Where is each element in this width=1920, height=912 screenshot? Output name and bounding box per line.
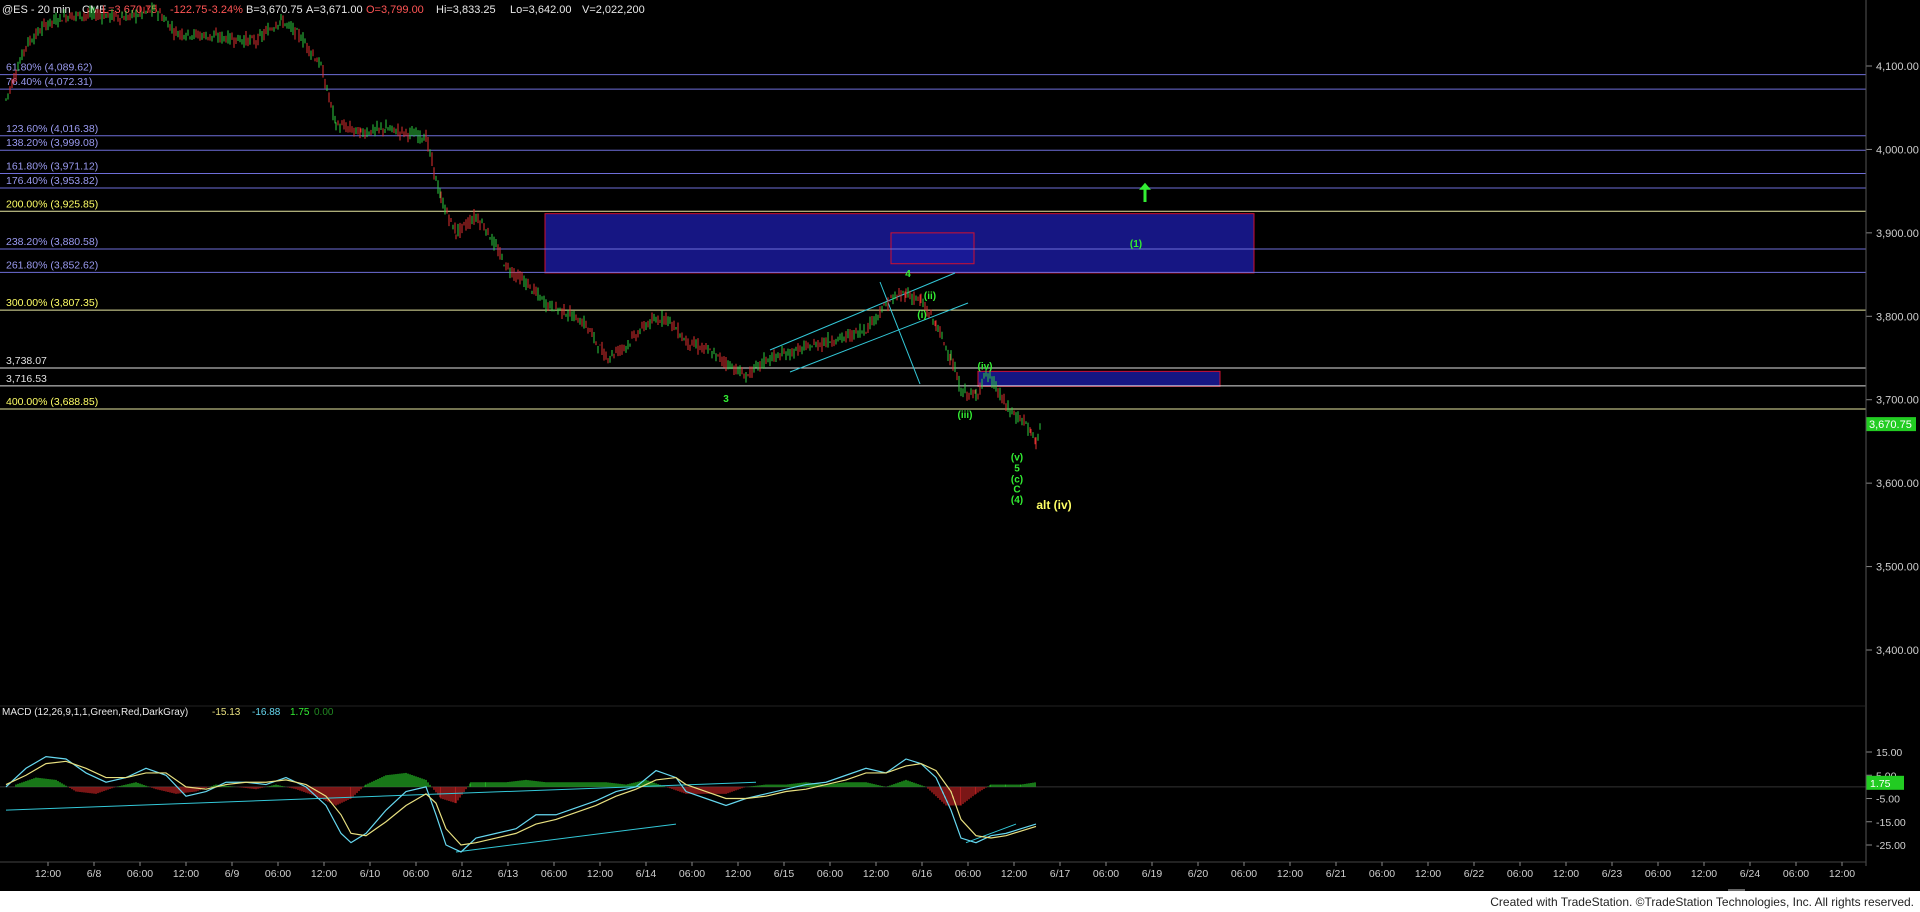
time-axis-tick-label: 12:00 (35, 868, 61, 880)
last-price-value: 3,670.75 (1869, 419, 1912, 431)
high-header: Hi=3,833.25 (436, 4, 496, 16)
fib-level-label: 123.60% (4,016.38) (6, 123, 98, 135)
macd-legend-value-4: 0.00 (314, 707, 334, 718)
wave-label: (i) (917, 310, 926, 321)
volume-header: V=2,022,200 (582, 4, 645, 16)
footer-copyright: Created with TradeStation. ©TradeStation… (1490, 895, 1914, 909)
time-axis-tick-label: 6/12 (452, 868, 473, 880)
time-axis-tick-label: 12:00 (1553, 868, 1579, 880)
price-axis-tick-label: 3,800.00 (1876, 311, 1919, 323)
time-axis-tick-label: 06:00 (265, 868, 291, 880)
time-axis-tick-label: 06:00 (1507, 868, 1533, 880)
time-axis-tick-label: 12:00 (587, 868, 613, 880)
time-axis-tick-label: 6/23 (1602, 868, 1623, 880)
chart-canvas: @ES - 20 min CME L=3,670.75 -122.75 -3.2… (0, 0, 1920, 891)
time-axis-tick-label: 6/15 (774, 868, 795, 880)
wave-label: 4 (905, 269, 911, 280)
time-axis-tick-label: 12:00 (1691, 868, 1717, 880)
price-axis-tick-label: 4,000.00 (1876, 144, 1919, 156)
macd-axis-tick-label: 15.00 (1876, 747, 1902, 759)
fib-level-label: 138.20% (3,999.08) (6, 137, 98, 149)
price-axis-tick-label: 3,400.00 (1876, 645, 1919, 657)
ask-header: A=3,671.00 (306, 4, 363, 16)
wave-label: 5 (1014, 463, 1020, 474)
wave-label: alt (iv) (1036, 498, 1071, 512)
fib-level-label: 161.80% (3,971.12) (6, 161, 98, 173)
time-axis-tick-label: 6/19 (1142, 868, 1163, 880)
last-price-layer: 3,670.75 (1866, 417, 1916, 432)
time-axis-tick-label: 6/21 (1326, 868, 1347, 880)
macd-axis-tick-label: -25.00 (1876, 840, 1906, 852)
change-pct-header: -3.24% (208, 4, 243, 16)
wave-label: (1) (1130, 239, 1142, 250)
time-axis-tick-label: 12:00 (725, 868, 751, 880)
fib-level-label: 61.80% (4,089.62) (6, 62, 92, 74)
wave-label: C (1013, 484, 1020, 495)
time-axis-tick-label: 06:00 (541, 868, 567, 880)
open-header: O=3,799.00 (366, 4, 424, 16)
wave-iv-zone (977, 370, 1221, 387)
macd-axis-tick-label: -5.00 (1876, 794, 1900, 806)
wave-label: (4) (1011, 495, 1023, 506)
low-header: Lo=3,642.00 (510, 4, 571, 16)
wave-label: (iii) (958, 410, 973, 421)
price-axis-tick-label: 3,500.00 (1876, 562, 1919, 574)
time-axis-tick-label: 06:00 (1093, 868, 1119, 880)
time-axis-tick-label: 06:00 (1783, 868, 1809, 880)
fib-level-label: 3,738.07 (6, 355, 47, 367)
time-axis-tick-label: 6/8 (87, 868, 102, 880)
time-axis-tick-label: 06:00 (403, 868, 429, 880)
time-axis-tick-label: 12:00 (1001, 868, 1027, 880)
time-axis-tick-label: 12:00 (1277, 868, 1303, 880)
time-axis-tick-label: 06:00 (1645, 868, 1671, 880)
time-axis-tick-label: 06:00 (817, 868, 843, 880)
time-axis-tick-label: 12:00 (311, 868, 337, 880)
macd-legend-value-1: -15.13 (212, 707, 241, 718)
macd-last-value-layer: 1.75 (1866, 775, 1904, 790)
time-axis-tick-label: 6/13 (498, 868, 519, 880)
wave-label: (v) (1011, 453, 1023, 464)
price-axis-tick-label: 3,900.00 (1876, 228, 1919, 240)
time-axis-tick-label: 06:00 (1369, 868, 1395, 880)
fib-level-label: 176.40% (3,953.82) (6, 175, 98, 187)
price-axis-tick-label: 4,100.00 (1876, 61, 1919, 73)
fib-level-label: 238.20% (3,880.58) (6, 236, 98, 248)
price-axis-tick-label: 3,700.00 (1876, 395, 1919, 407)
price-axis-tick-label: 3,600.00 (1876, 478, 1919, 490)
macd-title: MACD (12,26,9,1,1,Green,Red,DarkGray) (2, 707, 188, 718)
time-axis-tick-label: 6/14 (636, 868, 657, 880)
change-header: -122.75 (170, 4, 207, 16)
fib-level-label: 261.80% (3,852.62) (6, 259, 98, 271)
fib-level-label: 400.00% (3,688.85) (6, 396, 98, 408)
time-axis-tick-label: 12:00 (863, 868, 889, 880)
macd-legend-value-2: -16.88 (252, 707, 281, 718)
resistance-box (890, 232, 975, 265)
time-axis-tick-label: 06:00 (1231, 868, 1257, 880)
wave-label: 3 (723, 394, 729, 405)
macd-last-value: 1.75 (1870, 778, 1891, 790)
time-axis-tick-label: 6/17 (1050, 868, 1071, 880)
wave-label: (iv) (978, 362, 993, 373)
time-axis-tick-label: 12:00 (1415, 868, 1441, 880)
time-axis-tick-label: 6/10 (360, 868, 381, 880)
bid-header: B=3,670.75 (246, 4, 303, 16)
time-axis-tick-label: 12:00 (1829, 868, 1855, 880)
wave-label: (ii) (924, 291, 936, 302)
fib-level-label: 3,716.53 (6, 373, 47, 385)
time-axis-tick-label: 12:00 (173, 868, 199, 880)
fib-level-label: 76.40% (4,072.31) (6, 76, 92, 88)
time-axis-tick-label: 6/22 (1464, 868, 1485, 880)
macd-axis-tick-label: -15.00 (1876, 817, 1906, 829)
time-axis-tick-label: 6/9 (225, 868, 240, 880)
time-axis-tick-label: 6/20 (1188, 868, 1209, 880)
time-axis-tick-label: 6/16 (912, 868, 933, 880)
time-axis-tick-label: 6/24 (1740, 868, 1761, 880)
macd-legend-value-3: 1.75 (290, 707, 310, 718)
footer-bar: Created with TradeStation. ©TradeStation… (0, 891, 1920, 912)
fib-level-label: 200.00% (3,925.85) (6, 198, 98, 210)
time-axis-tick-label: 06:00 (955, 868, 981, 880)
time-axis-tick-label: 06:00 (127, 868, 153, 880)
time-axis-tick-label: 06:00 (679, 868, 705, 880)
fib-level-label: 300.00% (3,807.35) (6, 297, 98, 309)
